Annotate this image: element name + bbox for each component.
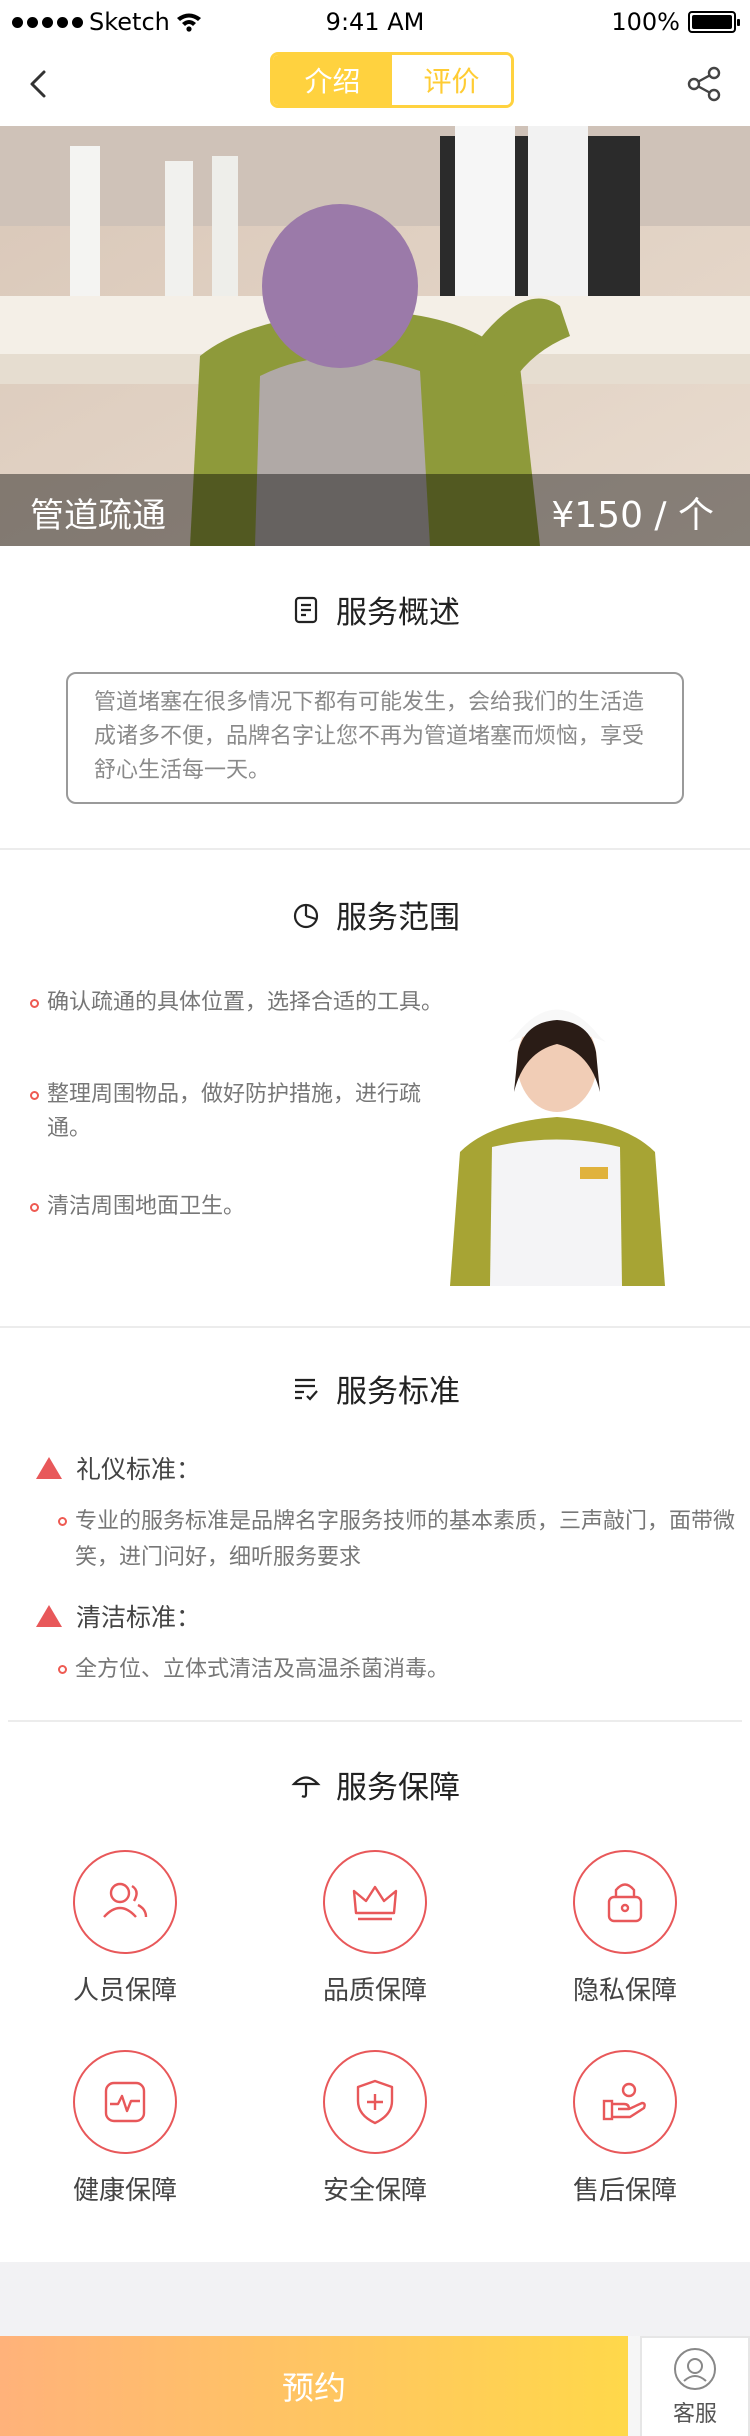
users-icon	[103, 1882, 148, 1918]
scope-title: 服务范围	[336, 900, 460, 936]
guarantee-header: 服务保障	[0, 1762, 750, 1807]
divider	[8, 1720, 742, 1722]
battery-icon	[688, 11, 740, 33]
etiquette-heading-text: 礼仪标准：	[76, 1455, 202, 1484]
guarantee-label: 人员保障	[72, 1976, 177, 2006]
bullet-icon	[30, 1203, 39, 1212]
scope-header: 服务范围	[0, 892, 750, 937]
bullet-icon	[30, 999, 39, 1008]
guarantee-icon-circle	[73, 2050, 177, 2154]
bullet-icon	[58, 1665, 67, 1674]
triangle-icon	[36, 1457, 62, 1479]
tab-switcher: 介绍 评价	[270, 52, 514, 108]
crown-icon	[352, 1885, 398, 1921]
guarantee-icon-circle	[573, 2050, 677, 2154]
standard-header: 服务标准	[0, 1366, 750, 1411]
overview-text: 管道堵塞在很多情况下都有可能发生，会给我们的生活造成诸多不便，品牌名字让您不再为…	[66, 672, 684, 804]
guarantee-label: 品质保障	[322, 1976, 427, 2006]
status-bar: Sketch 9:41 AM 100%	[0, 0, 750, 44]
document-icon	[294, 596, 318, 623]
overview-title: 服务概述	[336, 595, 460, 631]
list-item: 全方位、立体式清洁及高温杀菌消毒。	[58, 1652, 738, 1688]
nav-bar: 介绍 评价	[0, 44, 750, 126]
cleaning-text: 全方位、立体式清洁及高温杀菌消毒。	[75, 1657, 450, 1682]
checklist-icon	[295, 1378, 318, 1401]
bullet-icon	[58, 1517, 67, 1526]
chevron-left-icon[interactable]	[20, 64, 60, 104]
housekeeper-photo	[430, 982, 684, 1286]
guarantee-label: 售后保障	[572, 2176, 677, 2206]
share-icon[interactable]	[684, 64, 724, 104]
etiquette-heading: 礼仪标准：	[36, 1450, 201, 1486]
book-button[interactable]: 预约	[0, 2336, 628, 2436]
triangle-icon	[36, 1605, 62, 1627]
list-item: 确认疏通的具体位置，选择合适的工具。	[30, 986, 480, 1020]
cleaning-heading-text: 清洁标准：	[76, 1603, 202, 1632]
bottom-bar: 预约 客服	[0, 2336, 750, 2436]
guarantee-icon-circle	[73, 1850, 177, 1954]
customer-service-label: 客服	[672, 2402, 717, 2427]
divider	[0, 1326, 750, 1328]
list-item: 整理周围物品，做好防护措施，进行疏通。	[30, 1078, 450, 1146]
guarantee-item-quality: 品质保障	[250, 1850, 500, 2007]
guarantee-icon-circle	[323, 2050, 427, 2154]
service-title: 管道疏通	[30, 496, 166, 536]
lock-icon	[607, 1883, 643, 1923]
scope-item-text: 整理周围物品，做好防护措施，进行疏通。	[47, 1082, 422, 1141]
service-price: ¥150 / 个	[551, 495, 714, 536]
standard-title: 服务标准	[336, 1374, 460, 1410]
guarantee-icon-circle	[323, 1850, 427, 1954]
customer-service-button[interactable]: 客服	[640, 2336, 750, 2436]
headset-icon	[674, 2348, 716, 2390]
guarantee-label: 安全保障	[322, 2176, 427, 2206]
spacer-band	[0, 2262, 750, 2336]
guarantee-item-aftersales: 售后保障	[500, 2050, 750, 2207]
heartbeat-icon	[104, 2081, 146, 2123]
guarantee-item-safety: 安全保障	[250, 2050, 500, 2207]
tab-intro[interactable]: 介绍	[273, 55, 392, 105]
etiquette-text: 专业的服务标准是品牌名字服务技师的基本素质，三声敲门，面带微笑，进门问好，细听服…	[75, 1509, 736, 1570]
tab-reviews[interactable]: 评价	[392, 55, 511, 105]
guarantee-label: 隐私保障	[572, 1976, 677, 2006]
guarantee-item-health: 健康保障	[0, 2050, 250, 2207]
pie-chart-icon	[293, 903, 319, 928]
scope-item-text: 清洁周围地面卫生。	[47, 1194, 246, 1219]
guarantee-item-personnel: 人员保障	[0, 1850, 250, 2007]
scope-item-text: 确认疏通的具体位置，选择合适的工具。	[47, 990, 444, 1015]
list-item: 清洁周围地面卫生。	[30, 1190, 450, 1224]
hero-banner: 管道疏通 ¥150 / 个	[0, 126, 750, 546]
guarantee-title: 服务保障	[336, 1770, 460, 1806]
overview-header: 服务概述	[0, 587, 750, 632]
guarantee-icon-circle	[573, 1850, 677, 1954]
bullet-icon	[30, 1091, 39, 1100]
umbrella-icon	[291, 1775, 321, 1798]
battery-percent: 100%	[611, 8, 680, 36]
guarantee-label: 健康保障	[72, 2176, 177, 2206]
shield-plus-icon	[356, 2079, 394, 2125]
hand-service-icon	[602, 2082, 646, 2121]
guarantee-item-privacy: 隐私保障	[500, 1850, 750, 2007]
status-right: 100%	[611, 8, 740, 36]
divider	[0, 848, 750, 850]
list-item: 专业的服务标准是品牌名字服务技师的基本素质，三声敲门，面带微笑，进门问好，细听服…	[58, 1504, 738, 1576]
cleaning-heading: 清洁标准：	[36, 1598, 201, 1634]
hero-caption: 管道疏通 ¥150 / 个	[0, 474, 750, 546]
